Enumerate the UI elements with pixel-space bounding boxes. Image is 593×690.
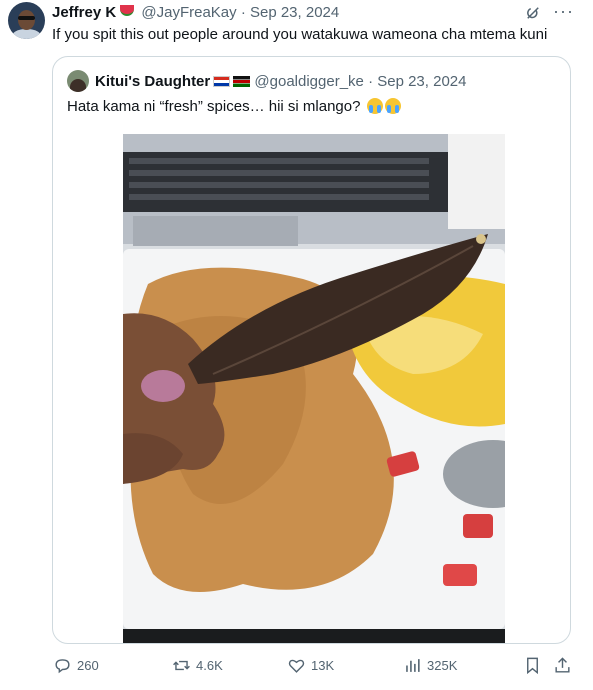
tweet-text: If you spit this out people around you w… bbox=[52, 26, 548, 43]
quote-header: Kitui's Daughter @goaldigger_ke · Sep 23… bbox=[95, 73, 466, 90]
views-chart-icon bbox=[406, 658, 420, 672]
quote-text: Hata kama ni “fresh” spices… hii si mlan… bbox=[67, 98, 361, 115]
tweet-actions: 260 4.6K 13K 325K bbox=[0, 650, 593, 680]
quote-photo[interactable] bbox=[123, 134, 505, 643]
quote-author-name[interactable]: Kitui's Daughter bbox=[95, 73, 210, 90]
quoted-tweet-card[interactable]: Kitui's Daughter @goaldigger_ke · Sep 23… bbox=[52, 56, 571, 644]
reply-count: 260 bbox=[77, 657, 99, 673]
repost-icon bbox=[173, 660, 190, 670]
quote-text-line: Hata kama ni “fresh” spices… hii si mlan… bbox=[67, 98, 401, 115]
more-options-icon[interactable]: ··· bbox=[553, 1, 574, 22]
author-avatar[interactable] bbox=[8, 2, 45, 39]
view-count: 325K bbox=[427, 657, 458, 673]
heart-icon bbox=[288, 659, 305, 673]
author-name[interactable]: Jeffrey K bbox=[52, 4, 116, 21]
repost-count: 4.6K bbox=[196, 657, 223, 673]
author-handle[interactable]: @JayFreaKay bbox=[141, 4, 236, 21]
reply-button[interactable]: 260 bbox=[53, 650, 99, 680]
crying-face-emoji-icon bbox=[384, 98, 401, 114]
share-icon bbox=[555, 656, 570, 673]
tweet-date[interactable]: Sep 23, 2024 bbox=[250, 4, 339, 21]
quote-author-handle[interactable]: @goaldigger_ke bbox=[254, 73, 363, 90]
share-button[interactable] bbox=[553, 650, 577, 680]
kenya-flag-icon bbox=[233, 76, 251, 87]
repost-button[interactable]: 4.6K bbox=[172, 650, 223, 680]
paraguay-flag-icon bbox=[213, 76, 231, 87]
bookmark-icon bbox=[527, 657, 538, 674]
bookmark-button[interactable] bbox=[523, 650, 547, 680]
quote-separator: · bbox=[368, 73, 374, 90]
crying-face-emoji-icon bbox=[366, 98, 383, 114]
quote-date[interactable]: Sep 23, 2024 bbox=[377, 73, 466, 90]
quote-author-avatar[interactable] bbox=[67, 70, 89, 92]
views-button[interactable]: 325K bbox=[403, 650, 457, 680]
tweet-header: Jeffrey K @JayFreaKay · Sep 23, 2024 bbox=[52, 4, 339, 21]
like-button[interactable]: 13K bbox=[287, 650, 334, 680]
reply-icon bbox=[55, 658, 70, 673]
header-separator: · bbox=[240, 4, 246, 21]
like-count: 13K bbox=[311, 657, 335, 673]
grok-icon[interactable] bbox=[524, 4, 542, 22]
watermelon-emoji-icon bbox=[120, 5, 135, 16]
